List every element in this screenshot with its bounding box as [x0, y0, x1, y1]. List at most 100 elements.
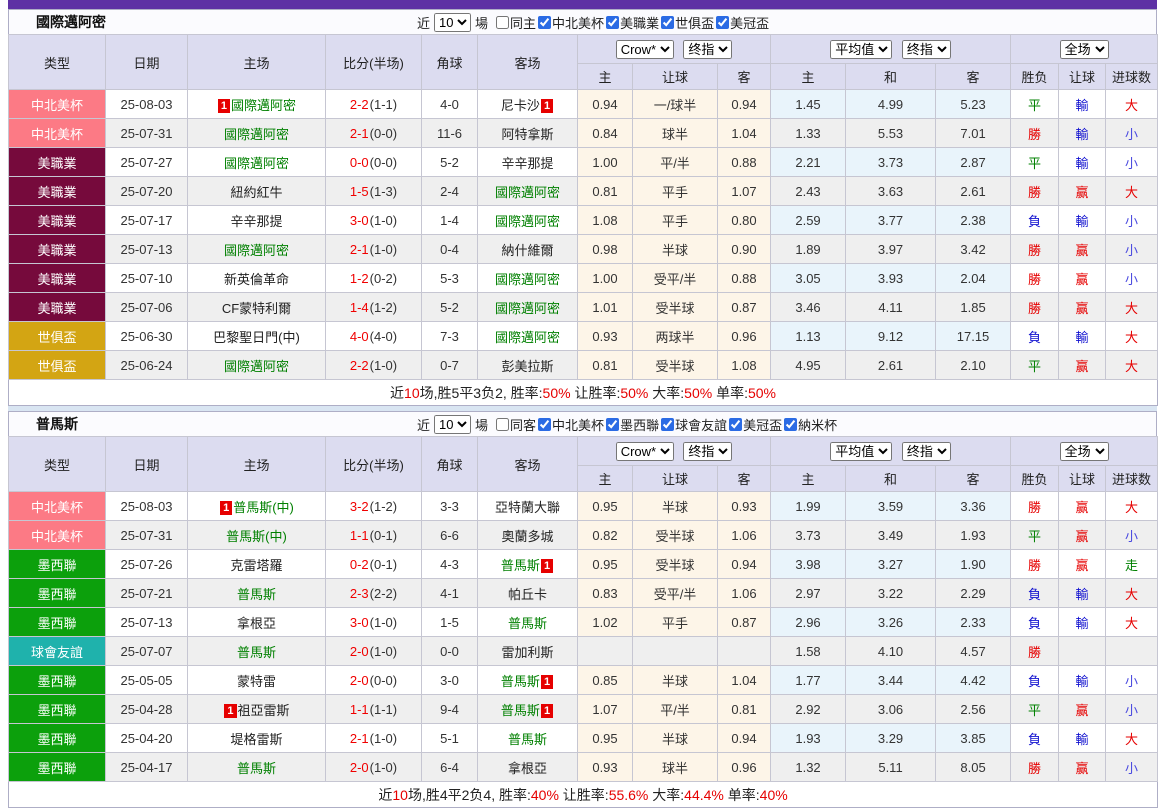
league-checkbox[interactable]: [661, 418, 674, 431]
asian-time-select[interactable]: 终指: [683, 40, 732, 59]
away-team-cell[interactable]: 國際邁阿密: [478, 322, 578, 351]
scope-select[interactable]: 全场: [1060, 442, 1109, 461]
league-filter[interactable]: 美冠盃: [714, 13, 769, 32]
home-team-cell[interactable]: 普馬斯: [188, 579, 326, 608]
away-team-cell[interactable]: 尼卡沙1: [478, 90, 578, 119]
col-header-score: 比分(半场): [326, 437, 422, 492]
euro-time-select[interactable]: 终指: [902, 442, 951, 461]
away-team-cell[interactable]: 阿特拿斯: [478, 119, 578, 148]
result-outcome-cell: 勝: [1011, 637, 1059, 666]
league-filter[interactable]: 世俱盃: [659, 13, 714, 32]
away-team-cell[interactable]: 普馬斯1: [478, 695, 578, 724]
league-filter[interactable]: 納米杯: [782, 415, 837, 434]
league-checkbox[interactable]: [716, 16, 729, 29]
league-filter[interactable]: 美職業: [604, 13, 659, 32]
away-team-cell[interactable]: 普馬斯: [478, 724, 578, 753]
league-filter[interactable]: 中北美杯: [536, 13, 604, 32]
score-cell: 2-1(1-0): [326, 724, 422, 753]
asian-home-odds-cell: 1.00: [578, 264, 633, 293]
home-team-cell[interactable]: 國際邁阿密: [188, 235, 326, 264]
home-team-cell[interactable]: 克雷塔羅: [188, 550, 326, 579]
asian-home-odds-cell: 1.08: [578, 206, 633, 235]
away-team-cell[interactable]: 普馬斯: [478, 608, 578, 637]
result-handicap-cell: 赢: [1059, 177, 1106, 206]
away-team-cell[interactable]: 辛辛那提: [478, 148, 578, 177]
home-team-cell[interactable]: 1國際邁阿密: [188, 90, 326, 119]
league-filters: 中北美杯美職業世俱盃美冠盃: [536, 13, 769, 32]
summary-text: 场,胜5平3负2, 胜率:: [420, 385, 543, 401]
home-team-cell[interactable]: 國際邁阿密: [188, 148, 326, 177]
league-filter[interactable]: 美冠盃: [727, 415, 782, 434]
asian-source-select[interactable]: Crow*: [616, 40, 674, 59]
filter-controls: 近 10 場 同客 中北美杯墨西聯球會友誼美冠盃納米杯: [414, 415, 837, 434]
euro-time-select[interactable]: 终指: [902, 40, 951, 59]
same-venue-checkbox[interactable]: [496, 418, 509, 431]
league-checkbox[interactable]: [538, 16, 551, 29]
summary-stat-value: 55.6%: [609, 787, 649, 803]
fulltime-score: 2-0: [350, 644, 369, 659]
league-checkbox[interactable]: [784, 418, 797, 431]
away-team-cell[interactable]: 雷加利斯: [478, 637, 578, 666]
home-team-cell[interactable]: 紐約紅牛: [188, 177, 326, 206]
euro-away-odds-cell: 17.15: [936, 322, 1011, 351]
away-team-cell[interactable]: 國際邁阿密: [478, 177, 578, 206]
same-venue-checkbox-wrap[interactable]: 同主: [491, 13, 536, 32]
away-team-cell[interactable]: 普馬斯1: [478, 550, 578, 579]
home-team-cell[interactable]: 普馬斯: [188, 753, 326, 782]
away-team-cell[interactable]: 國際邁阿密: [478, 293, 578, 322]
same-venue-checkbox-wrap[interactable]: 同客: [491, 415, 536, 434]
home-team-cell[interactable]: CF蒙特利爾: [188, 293, 326, 322]
away-team-cell[interactable]: 帕丘卡: [478, 579, 578, 608]
recent-count-select[interactable]: 10: [434, 13, 471, 32]
recent-count-select[interactable]: 10: [434, 415, 471, 434]
away-team-cell[interactable]: 普馬斯1: [478, 666, 578, 695]
away-team-cell[interactable]: 奧蘭多城: [478, 521, 578, 550]
away-team-cell[interactable]: 亞特蘭大聯: [478, 492, 578, 521]
asian-source-select[interactable]: Crow*: [616, 442, 674, 461]
match-row: 美職業 25-07-06 CF蒙特利爾 1-4(1-2) 5-2 國際邁阿密 1…: [9, 293, 1158, 322]
home-team-cell[interactable]: 國際邁阿密: [188, 119, 326, 148]
home-team-cell[interactable]: 堤格雷斯: [188, 724, 326, 753]
away-team-cell[interactable]: 彭美拉斯: [478, 351, 578, 380]
euro-draw-odds-cell: 3.73: [846, 148, 936, 177]
euro-source-select[interactable]: 平均值: [830, 40, 892, 59]
home-team-cell[interactable]: 1祖亞雷斯: [188, 695, 326, 724]
league-filters: 中北美杯墨西聯球會友誼美冠盃納米杯: [536, 415, 837, 434]
home-team-cell[interactable]: 蒙特雷: [188, 666, 326, 695]
asian-away-odds-cell: [718, 637, 771, 666]
league-checkbox[interactable]: [729, 418, 742, 431]
league-filter[interactable]: 墨西聯: [604, 415, 659, 434]
league-filter[interactable]: 中北美杯: [536, 415, 604, 434]
league-checkbox[interactable]: [661, 16, 674, 29]
league-checkbox[interactable]: [538, 418, 551, 431]
euro-away-odds-cell: 8.05: [936, 753, 1011, 782]
away-team-cell[interactable]: 納什維爾: [478, 235, 578, 264]
corner-cell: 9-4: [422, 695, 478, 724]
home-team-cell[interactable]: 普馬斯: [188, 637, 326, 666]
league-checkbox[interactable]: [606, 16, 619, 29]
euro-home-odds-cell: 2.59: [771, 206, 846, 235]
euro-draw-odds-cell: 4.11: [846, 293, 936, 322]
home-team-cell[interactable]: 辛辛那提: [188, 206, 326, 235]
league-checkbox[interactable]: [606, 418, 619, 431]
league-filter[interactable]: 球會友誼: [659, 415, 727, 434]
home-team-cell[interactable]: 巴黎聖日門(中): [188, 322, 326, 351]
away-team-cell[interactable]: 拿根亞: [478, 753, 578, 782]
team-name: 普馬斯: [501, 703, 540, 718]
home-team-cell[interactable]: 拿根亞: [188, 608, 326, 637]
asian-time-select[interactable]: 终指: [683, 442, 732, 461]
home-team-cell[interactable]: 普馬斯(中): [188, 521, 326, 550]
home-team-cell[interactable]: 新英倫革命: [188, 264, 326, 293]
same-venue-checkbox[interactable]: [496, 16, 509, 29]
score-cell: 4-0(4-0): [326, 322, 422, 351]
asian-away-odds-cell: 1.06: [718, 521, 771, 550]
away-team-cell[interactable]: 國際邁阿密: [478, 206, 578, 235]
home-team-cell[interactable]: 國際邁阿密: [188, 351, 326, 380]
same-venue-label: 同客: [510, 415, 536, 434]
euro-source-select[interactable]: 平均值: [830, 442, 892, 461]
team-name: 紐約紅牛: [230, 185, 282, 200]
away-team-cell[interactable]: 國際邁阿密: [478, 264, 578, 293]
home-team-cell[interactable]: 1普馬斯(中): [188, 492, 326, 521]
scope-select[interactable]: 全场: [1060, 40, 1109, 59]
score-cell: 1-1(1-1): [326, 695, 422, 724]
